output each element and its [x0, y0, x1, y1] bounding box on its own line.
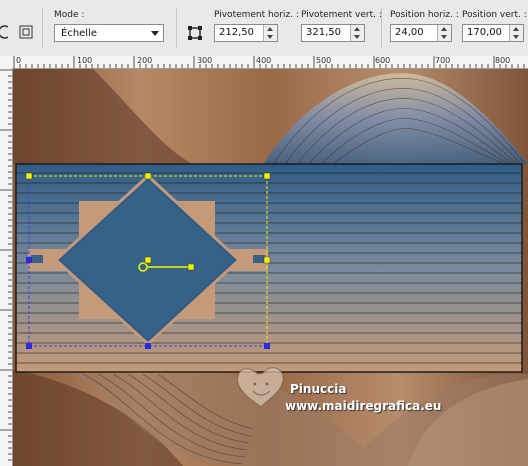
spinner-buttons[interactable] [263, 25, 277, 41]
ruler-label: 500 [316, 56, 332, 65]
pick-tool-icon[interactable] [187, 25, 203, 41]
deform-icon[interactable] [18, 24, 34, 40]
toolbar-separator [42, 8, 43, 48]
ruler-label: 700 [435, 56, 451, 65]
toolbar-separator [381, 8, 382, 48]
watermark-line2: www.maidiregrafica.eu [285, 399, 442, 413]
pivot-v-value: 321,50 [306, 27, 341, 38]
mode-select-value: Échelle [61, 28, 98, 39]
toolbar: Mode : Échelle Pivotement horiz. : 212,5… [0, 0, 528, 57]
canvas-artwork [13, 69, 528, 466]
pos-v-input[interactable]: 170,00 [462, 24, 524, 42]
ruler-label: 400 [256, 56, 272, 65]
ruler-label: 0 [16, 56, 22, 65]
ruler-label: 600 [375, 56, 391, 65]
pos-v-label: Position vert. : [462, 10, 527, 20]
chevron-down-icon [151, 31, 159, 36]
pivot-v-label: Pivotement vert. : [301, 10, 382, 20]
toolbar-separator [176, 8, 177, 48]
watermark-line1: Pinuccia [290, 382, 347, 396]
image-canvas[interactable]: Pinuccia www.maidiregrafica.eu [13, 69, 528, 466]
ruler-label: 200 [137, 56, 153, 65]
pivot-v-input[interactable]: 321,50 [301, 24, 365, 42]
ruler-label: 300 [197, 56, 213, 65]
mode-label: Mode : [54, 10, 85, 20]
rotate-icon[interactable] [0, 24, 14, 40]
pos-h-value: 24,00 [395, 27, 424, 38]
pos-h-label: Position horiz. : [390, 10, 459, 20]
ruler-ticks [0, 69, 12, 461]
vertical-ruler [0, 68, 13, 466]
ruler-label: 100 [77, 56, 93, 65]
pos-h-input[interactable]: 24,00 [390, 24, 452, 42]
pivot-h-value: 212,50 [219, 27, 254, 38]
spinner-buttons[interactable] [509, 25, 523, 41]
ruler-label: 800 [495, 56, 511, 65]
mode-select[interactable]: Échelle [54, 24, 164, 42]
pivot-h-input[interactable]: 212,50 [214, 24, 278, 42]
pivot-h-label: Pivotement horiz. : [214, 10, 299, 20]
horizontal-ruler: 0 100 200 300 400 500 600 700 800 [0, 56, 528, 69]
spinner-buttons[interactable] [437, 25, 451, 41]
spinner-buttons[interactable] [350, 25, 364, 41]
pos-v-value: 170,00 [467, 27, 502, 38]
